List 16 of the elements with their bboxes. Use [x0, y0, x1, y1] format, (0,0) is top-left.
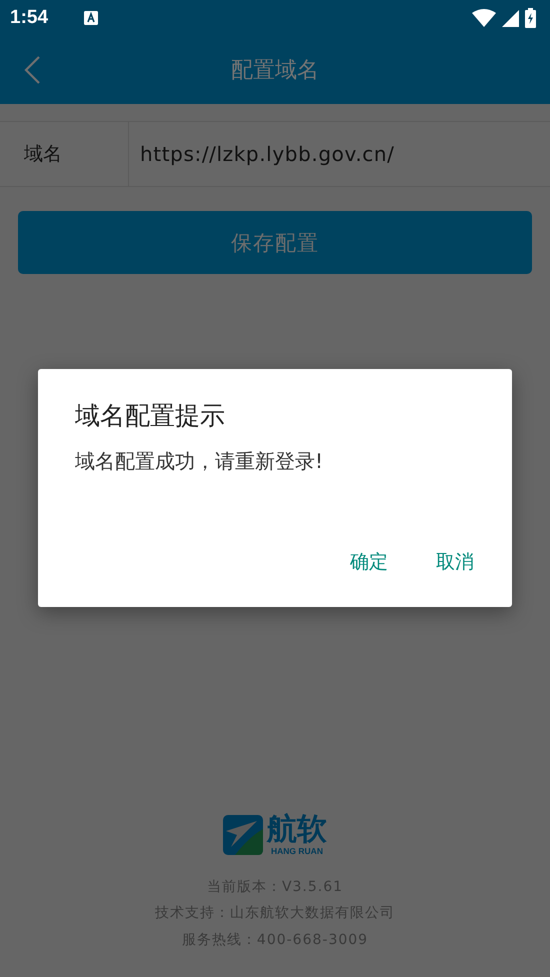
battery-icon [525, 8, 536, 28]
domain-label: 域名 [0, 122, 129, 186]
keyboard-notification-icon [84, 11, 98, 25]
wifi-icon [472, 9, 496, 27]
domain-input[interactable]: https://lzkp.lybb.gov.cn/ [129, 122, 550, 186]
dialog-title: 域名配置提示 [75, 400, 226, 432]
logo-text: 航软 [267, 814, 327, 846]
logo-subtext: HANG RUAN [271, 846, 323, 856]
back-icon[interactable] [24, 56, 40, 84]
dialog-message: 域名配置成功，请重新登录! [75, 448, 324, 475]
page-title: 配置域名 [231, 57, 319, 85]
logo-icon [223, 814, 263, 854]
dialog-button[interactable]: 确定 [338, 541, 400, 583]
signal-icon [502, 10, 519, 26]
clock-time: 1:54 [10, 7, 48, 29]
dialog-button[interactable]: 取消 [424, 541, 486, 583]
